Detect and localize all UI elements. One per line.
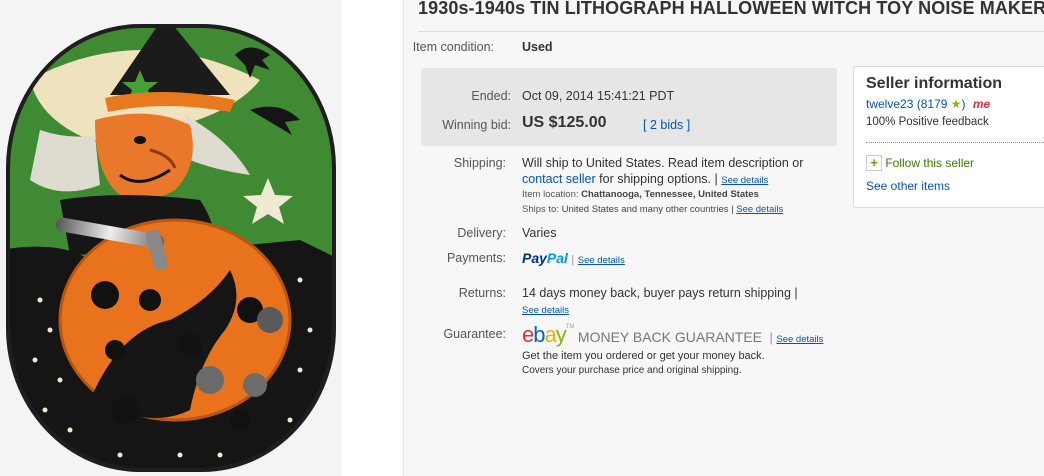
payments-see-details-link[interactable]: See details [578, 255, 625, 266]
follow-seller-link[interactable]: Follow this seller [885, 156, 974, 170]
paypal-logo: PayPal [522, 250, 568, 266]
item-location-label: Item location: [522, 189, 579, 200]
ships-to-label: Ships to: [522, 204, 559, 215]
seller-information-box: Seller information twelve23 (8179 ★) me … [853, 66, 1044, 208]
plus-icon: + [866, 155, 882, 171]
ships-to: Ships to: United States and many other c… [522, 204, 783, 215]
ended-value: Oct 09, 2014 15:41:21 PDT [522, 89, 675, 103]
winning-bid-label: Winning bid: [442, 118, 511, 132]
listing-details: 1930s-1940s TIN LITHOGRAPH HALLOWEEN WIT… [403, 0, 1044, 476]
returns-see-details: See details [522, 302, 569, 316]
product-photo[interactable] [0, 0, 341, 476]
divider [866, 142, 1044, 143]
guarantee-line-1: Get the item you ordered or get your mon… [522, 350, 765, 362]
bid-history-link[interactable]: [ 2 bids ] [643, 118, 690, 132]
seller-identity: twelve23 (8179 ★) me [866, 97, 991, 111]
item-location: Item location: Chattanooga, Tennessee, U… [522, 189, 759, 200]
gutter [341, 0, 403, 476]
star-icon: ★ [950, 97, 962, 111]
witch-noise-maker-image [0, 0, 341, 476]
see-other-items-link[interactable]: See other items [866, 179, 950, 193]
returns-value: 14 days money back, buyer pays return sh… [522, 286, 798, 300]
feedback-score-link[interactable]: (8179 [917, 97, 948, 111]
item-condition-label: Item condition: [412, 40, 494, 54]
bids-count[interactable]: 2 bids [650, 118, 683, 132]
ebay-logo: ebay [522, 322, 567, 347]
positive-feedback: 100% Positive feedback [866, 116, 989, 128]
money-back-guarantee-text: MONEY BACK GUARANTEE [577, 329, 763, 345]
listing-title: 1930s-1940s TIN LITHOGRAPH HALLOWEEN WIT… [418, 0, 1044, 18]
auction-summary-box: Ended: Oct 09, 2014 15:41:21 PDT Winning… [421, 68, 837, 146]
shipping-label: Shipping: [453, 156, 506, 170]
guarantee-value: ebayTM MONEY BACK GUARANTEE | See detail… [522, 322, 824, 347]
shipping-text-2: for shipping options. | [599, 172, 718, 186]
delivery-value: Varies [522, 226, 557, 240]
ended-label: Ended: [471, 89, 511, 103]
guarantee-label: Guarantee: [443, 327, 506, 341]
guarantee-see-details-link[interactable]: See details [776, 334, 823, 345]
guarantee-line-2: Covers your purchase price and original … [522, 365, 742, 376]
winning-bid-value: US $125.00 [522, 114, 607, 131]
returns-see-details-link[interactable]: See details [522, 305, 569, 316]
ships-to-value: United States and many other countries | [561, 204, 734, 215]
shipping-see-details-link[interactable]: See details [721, 175, 768, 186]
contact-seller-link[interactable]: contact seller [522, 172, 596, 186]
payments-label: Payments: [446, 251, 506, 265]
divider [418, 31, 1044, 32]
me-badge-icon[interactable]: me [973, 97, 990, 111]
seller-information-title: Seller information [866, 75, 1003, 92]
ships-to-see-details-link[interactable]: See details [736, 204, 783, 215]
shipping-text-1: Will ship to United States. Read item de… [522, 156, 804, 170]
delivery-label: Delivery: [457, 226, 506, 240]
follow-seller[interactable]: + Follow this seller [866, 155, 974, 171]
payments-value: PayPal | See details [522, 250, 625, 266]
item-condition-value: Used [522, 40, 553, 54]
item-location-value: Chattanooga, Tennessee, United States [581, 189, 759, 200]
shipping-line-2: contact seller for shipping options. | S… [522, 172, 768, 186]
seller-username-link[interactable]: twelve23 [866, 97, 913, 111]
returns-label: Returns: [458, 286, 506, 300]
